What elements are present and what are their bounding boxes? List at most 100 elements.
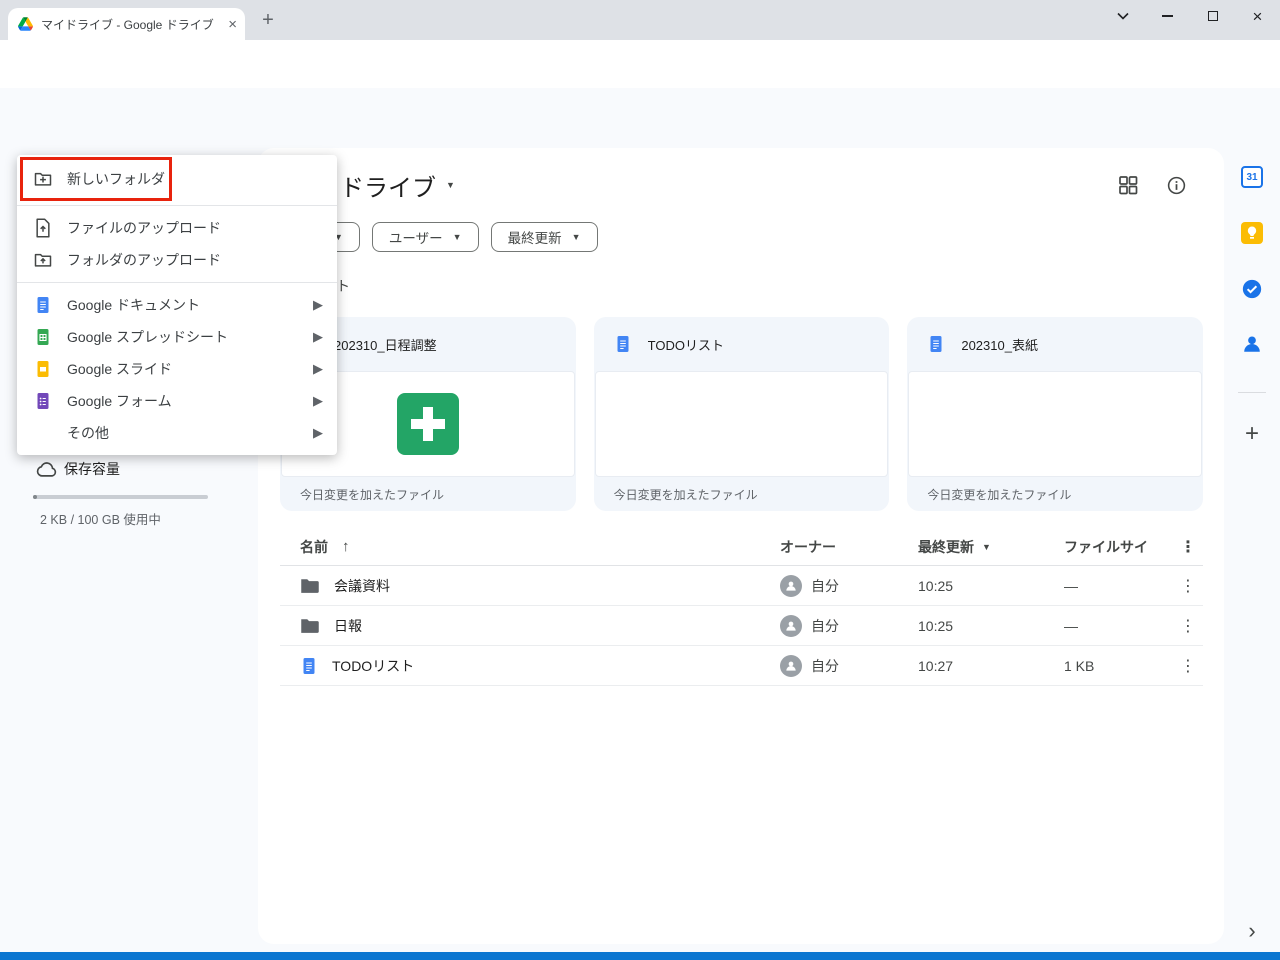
folder-icon	[300, 617, 320, 634]
caret-down-icon: ▼	[572, 232, 581, 242]
card-title: 202310_日程調整	[334, 335, 437, 354]
storage-usage: 2 KB / 100 GB 使用中	[40, 509, 161, 528]
menu-item-more[interactable]: その他 ▶	[17, 417, 337, 449]
modified-time: 10:25	[918, 618, 1064, 634]
file-upload-icon	[33, 218, 53, 238]
file-table: 名前 ↑ オーナー 最終更新 ▼ ファイルサイズ ⋮ 会議資料 自分 10:25…	[280, 528, 1203, 686]
menu-item-label: その他	[67, 423, 299, 443]
collapse-chevron-icon[interactable]: ›	[1240, 919, 1264, 943]
header-modified-label: 最終更新	[918, 537, 974, 557]
file-card[interactable]: 202310_表紙 今日変更を加えたファイル	[907, 317, 1203, 511]
slides-icon	[33, 359, 53, 379]
caret-down-icon: ▼	[453, 232, 462, 242]
sort-ascending-icon: ↑	[342, 538, 350, 555]
file-name: 日報	[334, 616, 362, 636]
sheets-thumbnail-icon	[397, 393, 459, 455]
docs-icon	[300, 657, 318, 675]
submenu-arrow-icon: ▶	[313, 297, 323, 313]
close-icon[interactable]: ×	[1235, 0, 1280, 32]
menu-divider	[17, 205, 337, 206]
card-preview	[908, 371, 1202, 477]
new-tab-button[interactable]: +	[254, 6, 282, 34]
owner-avatar-icon	[780, 575, 802, 597]
card-reason: 今日変更を加えたファイル	[594, 477, 890, 511]
header-modified[interactable]: 最終更新 ▼	[918, 537, 1064, 557]
info-icon[interactable]	[1163, 172, 1189, 198]
minimize-icon[interactable]	[1145, 0, 1190, 32]
menu-item-label: フォルダのアップロード	[67, 250, 323, 270]
table-row[interactable]: 日報 自分 10:25 — ⋮	[280, 606, 1203, 646]
submenu-arrow-icon: ▶	[313, 393, 323, 409]
header-size[interactable]: ファイルサイズ	[1064, 537, 1148, 557]
tab-strip: マイドライブ - Google ドライブ × + ×	[0, 0, 1280, 40]
owner-label: 自分	[811, 576, 839, 596]
header-name[interactable]: 名前 ↑	[280, 537, 780, 557]
owner-avatar-icon	[780, 615, 802, 637]
calendar-icon[interactable]: 31	[1240, 165, 1264, 189]
get-addons-plus-icon[interactable]: +	[1240, 422, 1264, 446]
folder-icon	[300, 577, 320, 594]
menu-item-google-docs[interactable]: Google ドキュメント ▶	[17, 289, 337, 321]
layout-toggle-icon[interactable]	[1115, 172, 1141, 198]
row-actions-kebab-icon[interactable]: ⋮	[1168, 576, 1196, 596]
tasks-icon[interactable]	[1240, 277, 1264, 301]
submenu-arrow-icon: ▶	[313, 361, 323, 377]
file-name: TODOリスト	[332, 656, 414, 676]
owner-avatar-icon	[780, 655, 802, 677]
menu-item-file-upload[interactable]: ファイルのアップロード	[17, 212, 337, 244]
menu-item-google-forms[interactable]: Google フォーム ▶	[17, 385, 337, 417]
card-reason: 今日変更を加えたファイル	[907, 477, 1203, 511]
menu-item-label: Google スライド	[67, 359, 299, 379]
contacts-icon[interactable]	[1240, 332, 1264, 356]
suggested-cards: 202310_日程調整 今日変更を加えたファイル TODOリスト 今日変更を加え…	[280, 317, 1203, 511]
card-preview	[595, 371, 889, 477]
menu-item-label: Google スプレッドシート	[67, 327, 299, 347]
folder-upload-icon	[33, 250, 53, 270]
storage-label[interactable]: 保存容量	[64, 458, 120, 480]
maximize-icon[interactable]	[1190, 0, 1235, 32]
menu-item-folder-upload[interactable]: フォルダのアップロード	[17, 244, 337, 276]
menu-item-google-slides[interactable]: Google スライド ▶	[17, 353, 337, 385]
submenu-arrow-icon: ▶	[313, 329, 323, 345]
header-name-label: 名前	[300, 537, 328, 557]
taskbar-edge	[0, 952, 1280, 960]
browser-tab[interactable]: マイドライブ - Google ドライブ ×	[8, 8, 245, 40]
file-name: 会議資料	[334, 576, 390, 596]
chip-modified[interactable]: 最終更新 ▼	[491, 222, 598, 252]
table-row[interactable]: 会議資料 自分 10:25 — ⋮	[280, 566, 1203, 606]
window-controls: ×	[1100, 0, 1280, 32]
menu-item-spacer	[33, 423, 53, 443]
storage-progressbar	[33, 495, 208, 499]
owner-label: 自分	[811, 616, 839, 636]
keep-icon[interactable]	[1240, 221, 1264, 245]
tab-search-chevron-icon[interactable]	[1100, 0, 1145, 32]
caret-down-icon: ▼	[446, 180, 455, 190]
file-card[interactable]: TODOリスト 今日変更を加えたファイル	[594, 317, 890, 511]
card-title: TODOリスト	[648, 335, 724, 354]
caret-down-icon: ▼	[982, 542, 991, 552]
submenu-arrow-icon: ▶	[313, 425, 323, 441]
annotation-highlight	[20, 157, 172, 201]
row-actions-kebab-icon[interactable]: ⋮	[1168, 656, 1196, 676]
modified-time: 10:25	[918, 578, 1064, 594]
drive-header: ドライブ ? ⚙ ECCS Cloud Mail U	[0, 88, 1280, 148]
chip-people[interactable]: ユーザー ▼	[372, 222, 479, 252]
forms-icon	[33, 391, 53, 411]
table-options-kebab-icon[interactable]: ⋮	[1168, 537, 1196, 557]
owner-label: 自分	[811, 656, 839, 676]
docs-icon	[33, 295, 53, 315]
menu-item-label: Google ドキュメント	[67, 295, 299, 315]
browser-toolbar: drive.google.com/drive/my-drive ☆ U ⋮	[0, 40, 1280, 88]
table-header-row: 名前 ↑ オーナー 最終更新 ▼ ファイルサイズ ⋮	[280, 528, 1203, 566]
chip-people-label: ユーザー	[389, 227, 443, 247]
modified-time: 10:27	[918, 658, 1064, 674]
tab-close-icon[interactable]: ×	[228, 17, 237, 32]
file-size: —	[1064, 618, 1168, 634]
card-title: 202310_表紙	[961, 335, 1038, 354]
docs-icon	[614, 335, 632, 353]
tab-title: マイドライブ - Google ドライブ	[41, 16, 220, 33]
menu-item-google-sheets[interactable]: Google スプレッドシート ▶	[17, 321, 337, 353]
row-actions-kebab-icon[interactable]: ⋮	[1168, 616, 1196, 636]
table-row[interactable]: TODOリスト 自分 10:27 1 KB ⋮	[280, 646, 1203, 686]
header-owner[interactable]: オーナー	[780, 537, 918, 557]
